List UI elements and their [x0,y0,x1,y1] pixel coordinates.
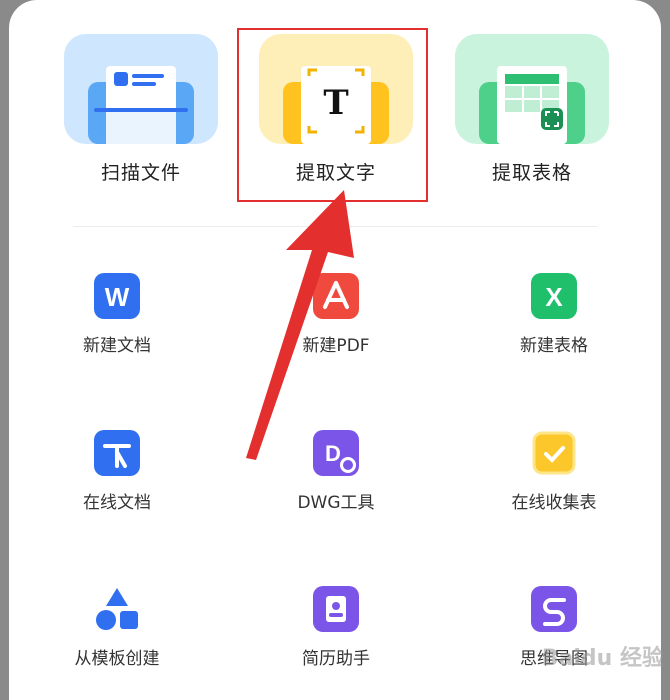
baidu-watermark: Baidu 经验 [541,646,664,671]
online-form-label: 在线收集表 [511,493,597,513]
dwg-tool-button[interactable]: D DWG工具 [261,430,411,513]
dwg-tool-label: DWG工具 [297,493,375,513]
excel-icon: X [531,273,577,319]
divider [73,226,597,227]
extract-text-button[interactable]: T 提取文字 [259,34,413,185]
from-template-label: 从模板创建 [74,649,160,669]
resume-assistant-button[interactable]: 简历助手 [261,586,411,669]
svg-text:X: X [545,282,563,312]
resume-icon [313,586,359,632]
new-pdf-button[interactable]: 新建PDF [261,273,411,356]
new-sheet-label: 新建表格 [520,336,588,356]
svg-text:W: W [105,282,130,312]
new-sheet-button[interactable]: X 新建表格 [479,273,629,356]
online-doc-button[interactable]: 在线文档 [42,430,192,513]
new-pdf-label: 新建PDF [302,336,370,356]
template-shapes-icon [94,586,140,632]
dwg-icon: D [313,430,359,476]
mindmap-icon [531,586,577,632]
from-template-button[interactable]: 从模板创建 [42,586,192,669]
extract-text-glyph: T [323,83,348,123]
extract-text-icon: T [259,34,413,144]
online-form-button[interactable]: 在线收集表 [479,430,629,513]
new-word-doc-button[interactable]: W 新建文档 [42,273,192,356]
svg-text:D: D [325,441,341,466]
resume-assistant-label: 简历助手 [302,649,370,669]
new-word-doc-label: 新建文档 [83,336,151,356]
pdf-icon [313,273,359,319]
extract-table-icon [455,34,609,144]
extract-table-button[interactable]: 提取表格 [455,34,609,185]
extract-text-label: 提取文字 [295,162,376,184]
online-doc-icon [94,430,140,476]
new-document-sheet: 扫描文件 T 提取文字 提取表格 W 新建文档 新建PDF X 新建表格 在线文… [9,0,661,700]
scan-document-icon [64,34,218,144]
form-collect-icon [531,430,577,476]
extract-table-label: 提取表格 [491,162,572,184]
scan-file-label: 扫描文件 [100,162,181,184]
online-doc-label: 在线文档 [83,493,151,513]
scan-file-button[interactable]: 扫描文件 [64,34,218,185]
word-icon: W [94,273,140,319]
